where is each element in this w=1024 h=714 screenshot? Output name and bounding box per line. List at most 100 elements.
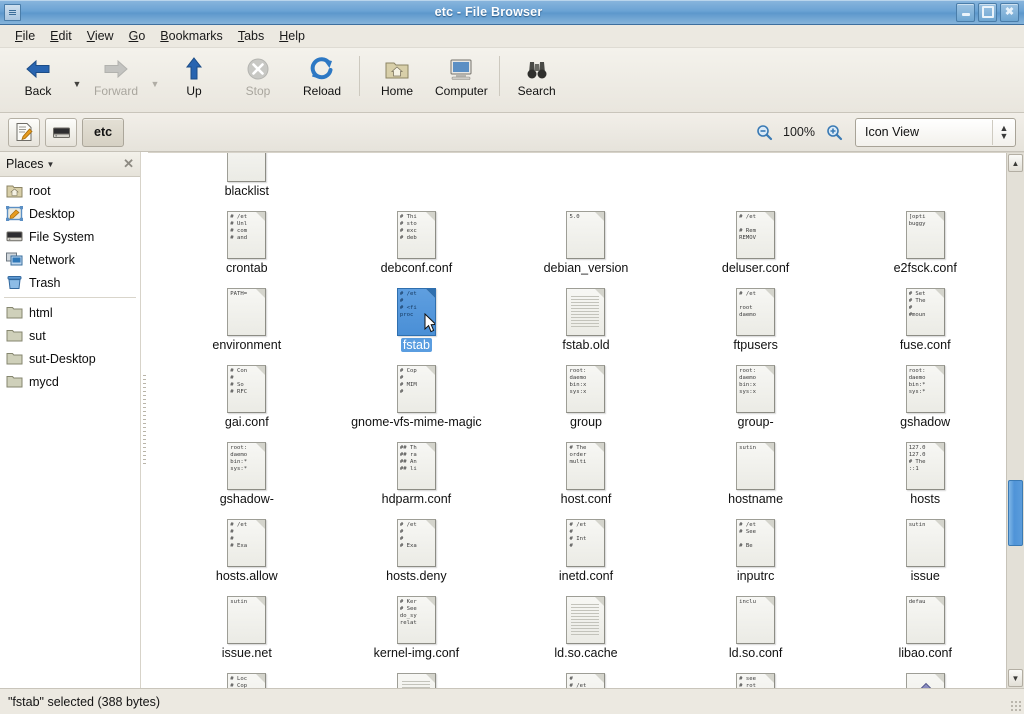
file-item[interactable] (332, 671, 502, 688)
file-item[interactable]: ## Th ## ra ## An ## li hdparm.conf (332, 440, 502, 517)
back-dropdown-arrow[interactable]: ▼ (70, 52, 84, 104)
pane-resize-grip[interactable] (141, 152, 148, 688)
sidebar-item-label: sut (29, 328, 46, 343)
title-bar: etc - File Browser ✖ (0, 0, 1024, 25)
sidebar-item-file-system[interactable]: File System (0, 225, 140, 248)
document-icon: # Ker # See do_sy relat (396, 596, 436, 644)
computer-button[interactable]: Computer (429, 52, 494, 107)
file-item[interactable] (840, 153, 1010, 209)
view-mode-select[interactable]: Icon View ▲ ▼ (855, 117, 1016, 147)
file-item[interactable]: # /et # See # Be inputrc (671, 517, 841, 594)
drive-icon (6, 231, 23, 242)
window-resize-grip[interactable] (1010, 700, 1022, 712)
file-item[interactable]: # /et # # <fi proc fstab (332, 286, 502, 363)
edit-location-icon[interactable] (8, 117, 40, 147)
maximize-button[interactable] (978, 2, 997, 22)
menu-go[interactable]: Go (122, 27, 153, 45)
close-sidebar-icon[interactable]: ✕ (123, 156, 134, 172)
file-item[interactable]: root: daemo bin:* sys:* gshadow (840, 363, 1010, 440)
reload-button[interactable]: Reload (290, 52, 354, 107)
menu-tabs[interactable]: Tabs (231, 27, 271, 45)
minimize-button[interactable] (956, 2, 975, 22)
back-button[interactable]: Back (6, 52, 70, 107)
file-item[interactable]: # Ker # See do_sy relat kernel-img.conf (332, 594, 502, 671)
sidebar-item-mycd[interactable]: mycd (0, 370, 140, 393)
file-system-icon[interactable] (45, 117, 77, 147)
scroll-down-button[interactable]: ▼ (1008, 669, 1023, 687)
close-button[interactable]: ✖ (1000, 2, 1019, 22)
file-item[interactable] (332, 153, 502, 209)
file-item[interactable]: sutin hostname (671, 440, 841, 517)
sidebar-item-sut[interactable]: sut (0, 324, 140, 347)
thumbnail-text: # /et root daemo (739, 291, 756, 318)
home-button[interactable]: Home (365, 52, 429, 107)
scrollbar-track[interactable] (1007, 173, 1024, 668)
file-item[interactable]: # /et # Rem REMOV deluser.conf (671, 209, 841, 286)
up-button[interactable]: Up (162, 52, 226, 107)
file-item[interactable]: # see # rot weekl (671, 671, 841, 688)
file-item[interactable]: # /et # # # Exa hosts.allow (162, 517, 332, 594)
file-item[interactable]: 5.0 debian_version (501, 209, 671, 286)
file-item[interactable]: # Loc # Cop # # Thi (162, 671, 332, 688)
sidebar-item-network[interactable]: Network (0, 248, 140, 271)
icon-view[interactable]: blacklist # /et # Unl # com # and crontab #… (148, 152, 1024, 688)
file-item[interactable]: ld.so.cache (501, 594, 671, 671)
file-item[interactable]: defau libao.conf (840, 594, 1010, 671)
document-icon: root: daemo bin:* sys:* (227, 442, 267, 490)
file-item[interactable]: PATH= environment (162, 286, 332, 363)
menu-edit[interactable]: Edit (43, 27, 79, 45)
file-thumbnail: 127.0 127.0 # The ::1 (905, 440, 945, 492)
scrollbar-thumb[interactable] (1008, 479, 1023, 547)
places-header[interactable]: Places ▼ ✕ (0, 152, 140, 177)
document-icon: # Loc # Cop # # Thi (227, 673, 267, 688)
file-item[interactable]: root: daemo bin:* sys:* gshadow- (162, 440, 332, 517)
menu-help[interactable]: Help (272, 27, 312, 45)
document-icon: 5.0 (566, 211, 606, 259)
window-menu-icon[interactable] (4, 3, 21, 21)
sidebar-item-sut-desktop[interactable]: sut-Desktop (0, 347, 140, 370)
sidebar-item-trash[interactable]: Trash (0, 271, 140, 294)
scroll-up-button[interactable]: ▲ (1008, 154, 1023, 172)
file-item[interactable]: sutin issue (840, 517, 1010, 594)
file-item[interactable]: 127.0 127.0 # The ::1 hosts (840, 440, 1010, 517)
file-item[interactable]: # /et # # # Exa hosts.deny (332, 517, 502, 594)
zoom-in-icon[interactable] (824, 122, 844, 142)
home-label: Home (380, 84, 413, 98)
sidebar-item-html[interactable]: html (0, 301, 140, 324)
menu-view[interactable]: View (80, 27, 121, 45)
file-item[interactable]: # Set # The # #moun fuse.conf (840, 286, 1010, 363)
file-item[interactable] (840, 671, 1010, 688)
file-item[interactable] (501, 153, 671, 209)
file-thumbnail (227, 153, 267, 184)
file-item[interactable]: fstab.old (501, 286, 671, 363)
file-name-label: gshadow- (219, 492, 274, 506)
thumbnail-line (571, 308, 600, 309)
file-item[interactable] (671, 153, 841, 209)
search-button[interactable]: Search (505, 52, 569, 107)
zoom-out-icon[interactable] (754, 122, 774, 142)
file-thumbnail: # /et root daemo (736, 286, 776, 338)
file-item[interactable]: # /et # # Int # inetd.conf (501, 517, 671, 594)
vertical-scrollbar[interactable]: ▲ ▼ (1006, 153, 1024, 688)
file-item[interactable]: # The order multi host.conf (501, 440, 671, 517)
menu-file[interactable]: File (8, 27, 42, 45)
file-item[interactable]: # /et # Unl # com # and crontab (162, 209, 332, 286)
file-item[interactable]: inclu ld.so.conf (671, 594, 841, 671)
file-item[interactable]: [opti buggy e2fsck.conf (840, 209, 1010, 286)
file-item[interactable]: root: daemo bin:x sys:x group (501, 363, 671, 440)
forward-button[interactable]: Forward (84, 52, 148, 107)
file-item[interactable]: # Thi # sto # exc # deb debconf.conf (332, 209, 502, 286)
breadcrumb-etc[interactable]: etc (82, 117, 125, 147)
menu-bookmarks[interactable]: Bookmarks (153, 27, 230, 45)
sidebar-item-root[interactable]: root (0, 179, 140, 202)
file-item[interactable]: # # /et # # Thr (501, 671, 671, 688)
chevron-down-icon[interactable]: ▼ (47, 160, 55, 169)
file-item[interactable]: # /et root daemo ftpusers (671, 286, 841, 363)
file-item[interactable]: root: daemo bin:x sys:x group- (671, 363, 841, 440)
file-item[interactable]: # Cop # # MIM # gnome-vfs-mime-magic (332, 363, 502, 440)
file-item[interactable]: blacklist (162, 153, 332, 209)
file-item[interactable]: # Con # # So # RFC gai.conf (162, 363, 332, 440)
sidebar-item-desktop[interactable]: Desktop (0, 202, 140, 225)
file-item[interactable]: sutin issue.net (162, 594, 332, 671)
file-thumbnail (566, 286, 606, 338)
